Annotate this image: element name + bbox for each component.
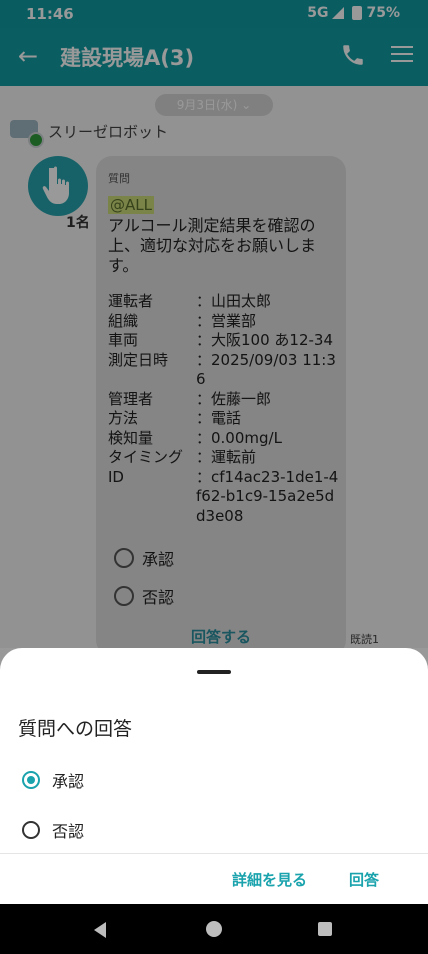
- nav-recents-icon[interactable]: [318, 922, 332, 936]
- view-details-button[interactable]: 詳細を見る: [232, 869, 307, 890]
- submit-answer-button[interactable]: 回答: [349, 869, 379, 890]
- nav-home-icon[interactable]: [206, 921, 222, 937]
- screen: 11:46 5G 75% ← 建設現場A(3) 9月3日(水) ⌄ スリーゼロボ…: [0, 0, 428, 954]
- system-nav-bar: [0, 904, 428, 954]
- sheet-title: 質問への回答: [18, 718, 133, 740]
- divider: [0, 853, 428, 854]
- sheet-option-reject[interactable]: 否認: [22, 818, 84, 842]
- option-label: 承認: [52, 772, 85, 791]
- answer-bottom-sheet: 質問への回答 承認 否認 詳細を見る 回答: [0, 648, 428, 904]
- sheet-option-approve[interactable]: 承認: [22, 768, 84, 792]
- drag-handle[interactable]: [197, 670, 231, 674]
- nav-back-icon[interactable]: [94, 922, 106, 938]
- radio-selected-icon[interactable]: [22, 771, 40, 789]
- option-label: 否認: [52, 822, 85, 841]
- radio-unselected-icon[interactable]: [22, 821, 40, 839]
